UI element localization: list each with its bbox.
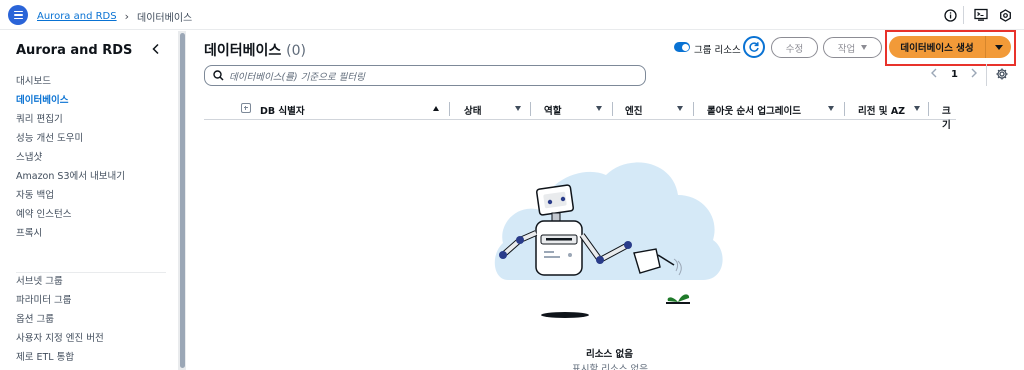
filter-input[interactable]: 데이터베이스(를) 기준으로 필터링 — [204, 65, 646, 86]
column-divider[interactable] — [612, 102, 613, 116]
next-page-icon[interactable] — [970, 68, 978, 81]
column-role[interactable]: 역할 — [544, 103, 561, 117]
empty-state-subtitle: 표시할 리소스 없음 — [572, 364, 648, 370]
caret-down-icon — [861, 45, 868, 50]
search-icon — [213, 70, 224, 81]
sidebar-item-databases[interactable]: 데이터베이스 — [16, 92, 68, 106]
sort-icon[interactable] — [515, 106, 521, 111]
sidebar-item-parameter-groups[interactable]: 파라미터 그룹 — [16, 292, 71, 306]
sidebar-item-performance-insights[interactable]: 성능 개선 도우미 — [16, 130, 83, 144]
sidebar-item-zero-etl[interactable]: 제로 ETL 통합 — [16, 349, 74, 363]
sort-icon[interactable] — [914, 106, 920, 111]
column-size[interactable]: 크기 — [942, 103, 956, 131]
column-engine[interactable]: 엔진 — [625, 103, 642, 117]
create-database-button[interactable]: 데이터베이스 생성 — [889, 36, 985, 58]
modify-button-label: 수정 — [785, 43, 804, 55]
sidebar-item-dashboard[interactable]: 대시보드 — [16, 73, 51, 87]
info-icon[interactable] — [943, 8, 957, 22]
column-divider[interactable] — [928, 102, 929, 116]
cloudshell-icon[interactable] — [974, 8, 988, 22]
page-title-text: 데이터베이스 — [204, 43, 282, 59]
sidebar-item-subnet-groups[interactable]: 서브넷 그룹 — [16, 273, 63, 287]
column-divider[interactable] — [449, 102, 450, 116]
pagination-divider — [986, 64, 987, 86]
previous-page-icon[interactable] — [930, 68, 938, 81]
refresh-button[interactable] — [743, 36, 765, 58]
group-resources-toggle[interactable] — [674, 42, 690, 52]
column-db-identifier[interactable]: DB 식별자 — [260, 103, 305, 117]
breadcrumb-current: 데이터베이스 — [137, 13, 193, 24]
split-button-divider — [985, 36, 986, 58]
column-divider[interactable] — [530, 102, 531, 116]
sidebar-item-snapshots[interactable]: 스냅샷 — [16, 149, 42, 163]
chevron-right-icon: › — [124, 10, 130, 23]
breadcrumb: Aurora and RDS › 데이터베이스 — [37, 9, 192, 24]
sidebar-item-option-groups[interactable]: 옵션 그룹 — [16, 311, 54, 325]
sidebar-item-proxies[interactable]: 프록시 — [16, 225, 42, 239]
topbar-divider — [963, 6, 964, 24]
sidebar-item-exports-s3[interactable]: Amazon S3에서 내보내기 — [16, 168, 125, 182]
side-navigation: Aurora and RDS 대시보드 데이터베이스 쿼리 편집기 성능 개선 … — [0, 31, 176, 370]
menu-icon[interactable] — [8, 5, 28, 25]
sidebar-title: Aurora and RDS — [16, 43, 133, 58]
sort-icon[interactable] — [828, 106, 834, 111]
sort-icon[interactable] — [596, 106, 602, 111]
column-region-az[interactable]: 리전 및 AZ — [858, 103, 905, 117]
top-navigation-bar: Aurora and RDS › 데이터베이스 — [0, 0, 1024, 30]
sort-icon[interactable] — [677, 106, 683, 111]
current-page[interactable]: 1 — [951, 69, 958, 80]
create-database-label: 데이터베이스 생성 — [900, 43, 974, 54]
refresh-icon — [749, 42, 759, 52]
sidebar-item-query-editor[interactable]: 쿼리 편집기 — [16, 111, 63, 125]
modify-button[interactable]: 수정 — [771, 37, 818, 58]
page-title: 데이터베이스 (0) — [204, 40, 306, 60]
column-divider[interactable] — [844, 102, 845, 116]
table-header: DB 식별자 상태 역할 엔진 롤아웃 순서 업그레이드 리전 및 AZ 크기 — [204, 98, 956, 131]
empty-state-robot-illustration — [494, 162, 723, 318]
column-status[interactable]: 상태 — [464, 103, 481, 117]
sidebar-scrollbar-thumb[interactable] — [180, 33, 185, 368]
column-rollout-upgrade[interactable]: 롤아웃 순서 업그레이드 — [707, 103, 801, 117]
empty-state-title: 리소스 없음 — [586, 349, 634, 360]
group-resources-label: 그룹 리소스 — [694, 45, 741, 56]
sidebar-item-custom-engine-versions[interactable]: 사용자 지정 엔진 버전 — [16, 330, 104, 344]
breadcrumb-service-link[interactable]: Aurora and RDS — [37, 11, 117, 22]
filter-placeholder: 데이터베이스(를) 기준으로 필터링 — [229, 71, 365, 83]
resource-count: (0) — [286, 43, 306, 59]
chevron-left-icon[interactable] — [150, 43, 162, 55]
actions-button-label: 작업 — [837, 43, 856, 55]
column-divider[interactable] — [693, 102, 694, 116]
expand-all-icon[interactable] — [241, 103, 251, 113]
create-database-dropdown[interactable] — [986, 36, 1011, 58]
table-settings-icon[interactable] — [996, 68, 1008, 83]
sidebar-item-reserved-instances[interactable]: 예약 인스턴스 — [16, 206, 71, 220]
sidebar-item-automated-backups[interactable]: 자동 백업 — [16, 187, 54, 201]
settings-icon[interactable] — [998, 8, 1012, 22]
actions-button[interactable]: 작업 — [823, 37, 882, 58]
caret-down-icon — [994, 44, 1003, 50]
sort-ascending-icon[interactable] — [433, 106, 439, 111]
